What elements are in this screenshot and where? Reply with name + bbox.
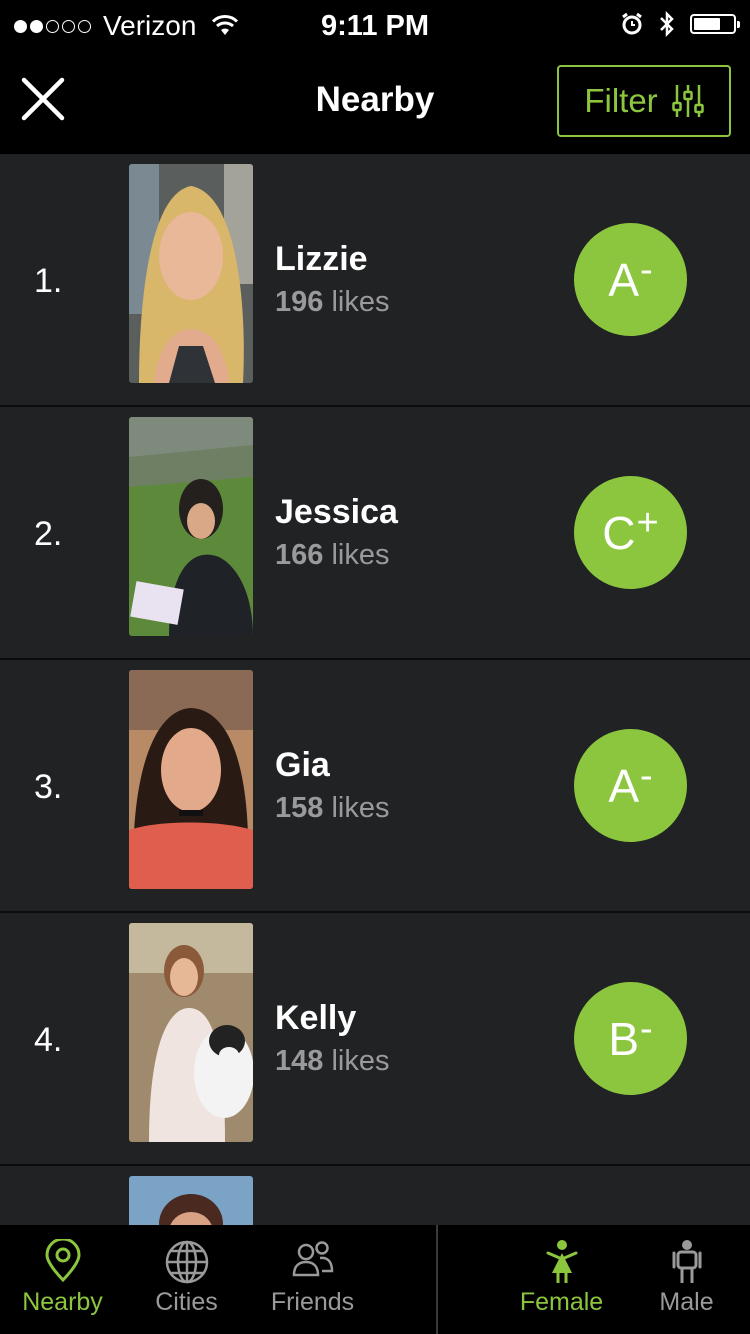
sliders-icon (671, 85, 704, 117)
list-item[interactable]: 1. Lizzie 196 likes A- (0, 154, 750, 407)
list-item[interactable]: 4. Kelly 148 likes B- (0, 913, 750, 1166)
female-icon (546, 1240, 577, 1283)
rank-number: 4. (34, 1021, 63, 1059)
status-right (620, 10, 740, 38)
grade-badge[interactable]: A- (574, 729, 687, 842)
rank-number: 2. (34, 515, 63, 553)
profile-photo[interactable] (129, 417, 253, 636)
tab-male[interactable]: Male (624, 1225, 749, 1334)
profile-photo[interactable] (129, 1176, 253, 1225)
likes-count: 196 likes (275, 286, 390, 318)
likes-count: 166 likes (275, 539, 390, 571)
tab-cities[interactable]: Cities (124, 1225, 249, 1334)
grade-badge[interactable]: B- (574, 982, 687, 1095)
filter-label: Filter (584, 82, 658, 119)
globe-icon (165, 1240, 208, 1284)
person-name: Kelly (275, 999, 357, 1037)
grade-badge[interactable]: A- (574, 223, 687, 336)
tab-divider (436, 1225, 438, 1334)
ranking-list[interactable]: 1. Lizzie 196 likes A- 2. Jessica 166 li… (0, 154, 750, 1225)
tab-label: Male (659, 1288, 714, 1316)
person-name: Gia (275, 746, 330, 784)
profile-photo[interactable] (129, 164, 253, 383)
male-icon (672, 1240, 701, 1283)
rank-number: 3. (34, 768, 63, 806)
tab-nearby[interactable]: Nearby (0, 1225, 125, 1334)
rank-number: 1. (34, 262, 63, 300)
battery-icon (690, 14, 740, 34)
tab-label: Friends (270, 1288, 355, 1316)
bluetooth-icon (660, 10, 674, 38)
tab-label: Female (519, 1288, 604, 1316)
tab-label: Cities (155, 1288, 218, 1316)
status-bar: Verizon 9:11 PM (0, 0, 750, 52)
profile-photo[interactable] (129, 923, 253, 1142)
list-item[interactable]: 3. Gia 158 likes A- (0, 660, 750, 913)
tab-friends[interactable]: Friends (250, 1225, 375, 1334)
filter-button[interactable]: Filter (557, 65, 731, 137)
tab-label: Nearby (22, 1288, 103, 1316)
list-item[interactable]: 2. Jessica 166 likes C + (0, 407, 750, 660)
likes-count: 158 likes (275, 792, 390, 824)
nav-bar: Nearby Filter (0, 52, 750, 154)
list-item[interactable] (0, 1166, 750, 1225)
alarm-icon (622, 12, 642, 35)
tab-female[interactable]: Female (499, 1225, 624, 1334)
person-name: Jessica (275, 493, 398, 531)
person-name: Lizzie (275, 240, 368, 278)
tab-bar: Nearby Cities Friends Female Male (0, 1225, 750, 1334)
profile-photo[interactable] (129, 670, 253, 889)
friends-icon (292, 1241, 333, 1277)
grade-badge[interactable]: C + (574, 476, 687, 589)
location-pin-icon (44, 1239, 81, 1283)
likes-count: 148 likes (275, 1045, 390, 1077)
